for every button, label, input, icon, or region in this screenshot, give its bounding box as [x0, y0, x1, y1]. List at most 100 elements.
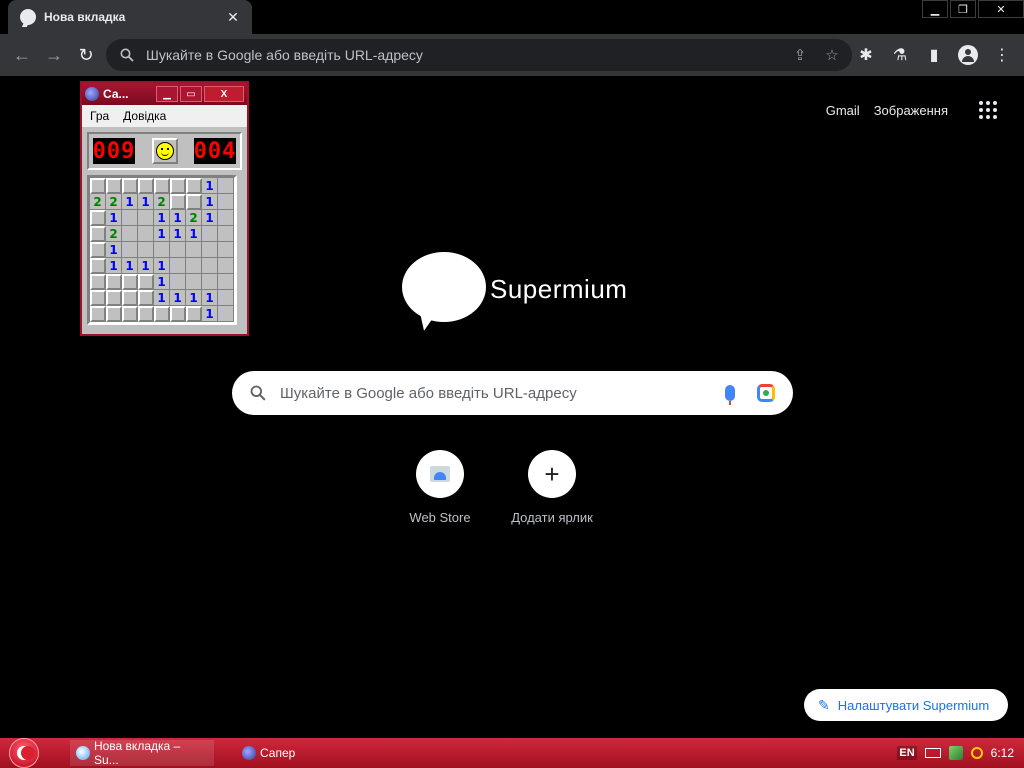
mine-cell[interactable]: 1 [106, 258, 122, 274]
minesweeper-titlebar[interactable]: Са... ▁ ▭ X [82, 83, 247, 105]
browser-menu-icon[interactable]: ⋮ [986, 39, 1018, 71]
ms-minimize-button[interactable]: ▁ [156, 86, 178, 102]
mine-cell[interactable] [170, 306, 186, 322]
mine-cell[interactable]: 1 [202, 194, 218, 210]
mine-cell[interactable] [122, 242, 138, 258]
mine-cell[interactable]: 1 [154, 258, 170, 274]
mine-cell[interactable] [186, 258, 202, 274]
mine-cell[interactable] [138, 274, 154, 290]
mine-cell[interactable] [90, 306, 106, 322]
new-game-smiley-button[interactable] [151, 138, 178, 164]
mine-cell[interactable] [122, 290, 138, 306]
mine-cell[interactable] [186, 242, 202, 258]
mine-cell[interactable] [218, 306, 234, 322]
side-panel-icon[interactable]: ▮ [918, 39, 950, 71]
mine-cell[interactable] [154, 178, 170, 194]
mine-cell[interactable] [90, 210, 106, 226]
mine-cell[interactable] [138, 210, 154, 226]
window-close-button[interactable]: ✕ [978, 0, 1024, 18]
mine-cell[interactable] [218, 194, 234, 210]
mine-cell[interactable]: 1 [202, 178, 218, 194]
mine-cell[interactable] [90, 274, 106, 290]
mine-cell[interactable] [122, 306, 138, 322]
mine-cell[interactable] [122, 178, 138, 194]
menu-help[interactable]: Довідка [123, 109, 166, 123]
mine-cell[interactable] [138, 306, 154, 322]
menu-game[interactable]: Гра [90, 109, 109, 123]
mine-cell[interactable]: 1 [154, 210, 170, 226]
gmail-link[interactable]: Gmail [826, 103, 860, 118]
mine-cell[interactable] [138, 242, 154, 258]
start-button[interactable] [0, 738, 48, 768]
bookmark-star-icon[interactable]: ☆ [820, 43, 844, 67]
mine-cell[interactable]: 1 [122, 194, 138, 210]
ms-maximize-button[interactable]: ▭ [180, 86, 202, 102]
customize-button[interactable]: ✎ Налаштувати Supermium [804, 689, 1008, 721]
mine-cell[interactable]: 1 [122, 258, 138, 274]
mine-cell[interactable] [90, 178, 106, 194]
keyboard-icon[interactable] [924, 748, 941, 758]
extensions-icon[interactable]: ✱ [850, 39, 882, 71]
mine-cell[interactable] [106, 178, 122, 194]
apps-grid-icon[interactable] [976, 98, 1000, 122]
mine-cell[interactable]: 1 [170, 210, 186, 226]
mine-cell[interactable]: 2 [90, 194, 106, 210]
mine-cell[interactable]: 2 [186, 210, 202, 226]
mine-cell[interactable] [202, 258, 218, 274]
mine-cell[interactable]: 1 [154, 226, 170, 242]
mine-cell[interactable] [202, 226, 218, 242]
mine-cell[interactable] [122, 226, 138, 242]
mine-cell[interactable] [90, 258, 106, 274]
mine-cell[interactable] [170, 194, 186, 210]
mine-cell[interactable] [170, 178, 186, 194]
add-shortcut-tile[interactable]: + [528, 450, 576, 498]
mine-cell[interactable] [106, 274, 122, 290]
mine-cell[interactable] [138, 290, 154, 306]
mine-cell[interactable] [122, 210, 138, 226]
mine-cell[interactable] [218, 210, 234, 226]
language-indicator[interactable]: EN [897, 746, 917, 760]
mine-cell[interactable]: 1 [138, 194, 154, 210]
mine-cell[interactable] [138, 226, 154, 242]
mine-cell[interactable]: 2 [154, 194, 170, 210]
lab-flask-icon[interactable]: ⚗ [884, 39, 916, 71]
images-link[interactable]: Зображення [874, 103, 948, 118]
mine-cell[interactable] [90, 226, 106, 242]
mine-cell[interactable] [218, 178, 234, 194]
mine-cell[interactable] [138, 178, 154, 194]
mine-cell[interactable]: 1 [186, 226, 202, 242]
mine-cell[interactable]: 2 [106, 194, 122, 210]
google-lens-icon[interactable] [757, 384, 775, 402]
mine-cell[interactable] [186, 274, 202, 290]
mine-cell[interactable]: 1 [154, 274, 170, 290]
mine-cell[interactable]: 1 [202, 210, 218, 226]
mine-cell[interactable] [106, 290, 122, 306]
network-icon[interactable] [948, 746, 963, 760]
mine-cell[interactable] [170, 274, 186, 290]
mine-cell[interactable] [122, 274, 138, 290]
mine-cell[interactable]: 2 [106, 226, 122, 242]
mine-cell[interactable] [106, 306, 122, 322]
shortcut-add[interactable]: + Додати ярлик [511, 450, 593, 525]
mine-cell[interactable] [170, 242, 186, 258]
mine-cell[interactable] [218, 290, 234, 306]
mine-cell[interactable] [186, 306, 202, 322]
shortcut-web-store-tile[interactable] [416, 450, 464, 498]
minefield-grid[interactable]: 122112111121211111111111111 [87, 175, 237, 325]
mine-cell[interactable]: 1 [106, 242, 122, 258]
mine-cell[interactable]: 1 [202, 306, 218, 322]
taskbar-item-browser[interactable]: Нова вкладка – Su... [70, 739, 214, 767]
mine-cell[interactable] [218, 274, 234, 290]
taskbar-item-minesweeper[interactable]: Сапер [236, 740, 301, 766]
mine-cell[interactable] [218, 258, 234, 274]
tab-new-tab[interactable]: Нова вкладка ✕ [8, 0, 252, 34]
mine-cell[interactable] [218, 242, 234, 258]
search-icon[interactable] [970, 747, 983, 759]
mine-cell[interactable]: 1 [170, 290, 186, 306]
mine-cell[interactable] [218, 226, 234, 242]
mine-cell[interactable]: 1 [186, 290, 202, 306]
mine-cell[interactable] [170, 258, 186, 274]
window-restore-button[interactable]: ❐ [950, 0, 976, 18]
mine-cell[interactable] [90, 290, 106, 306]
ntp-search-box[interactable]: Шукайте в Google або введіть URL-адресу [232, 371, 793, 415]
